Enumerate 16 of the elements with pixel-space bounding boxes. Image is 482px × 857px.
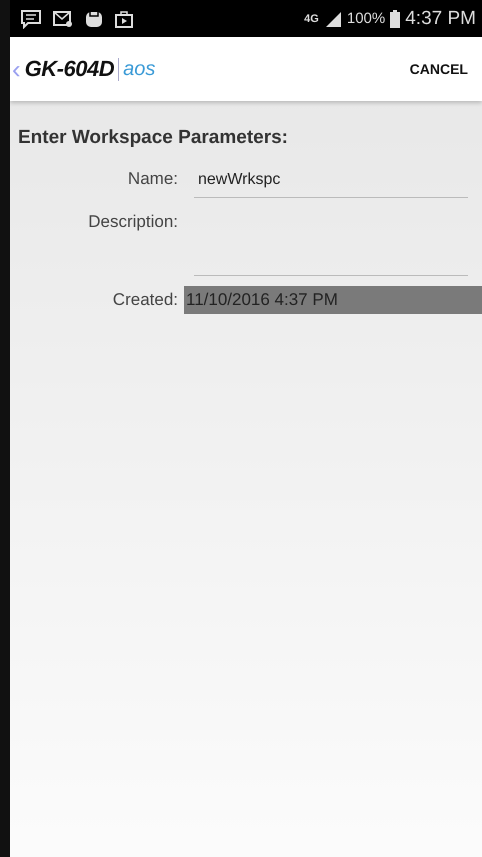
name-field[interactable]: newWrkspc (194, 163, 468, 198)
battery-percent: 100% (346, 10, 386, 27)
clock: 4:37 PM (405, 8, 476, 30)
field-label: Name: (126, 168, 179, 189)
signal-icon (324, 10, 342, 28)
battery-icon (390, 10, 400, 28)
mail-icon (52, 8, 74, 28)
play-icon (114, 8, 134, 28)
message-icon (20, 8, 42, 28)
created-field: 11/10/2016 4:37 PM (184, 286, 482, 314)
logo-suffix: aos (118, 58, 156, 80)
network-label: 4G (304, 12, 319, 24)
logo-text: GK-604D (24, 56, 114, 82)
form-heading: Enter Workspace Parameters: (18, 127, 289, 149)
field-label: Description: (87, 211, 179, 232)
cancel-button[interactable]: CANCEL (404, 55, 474, 83)
